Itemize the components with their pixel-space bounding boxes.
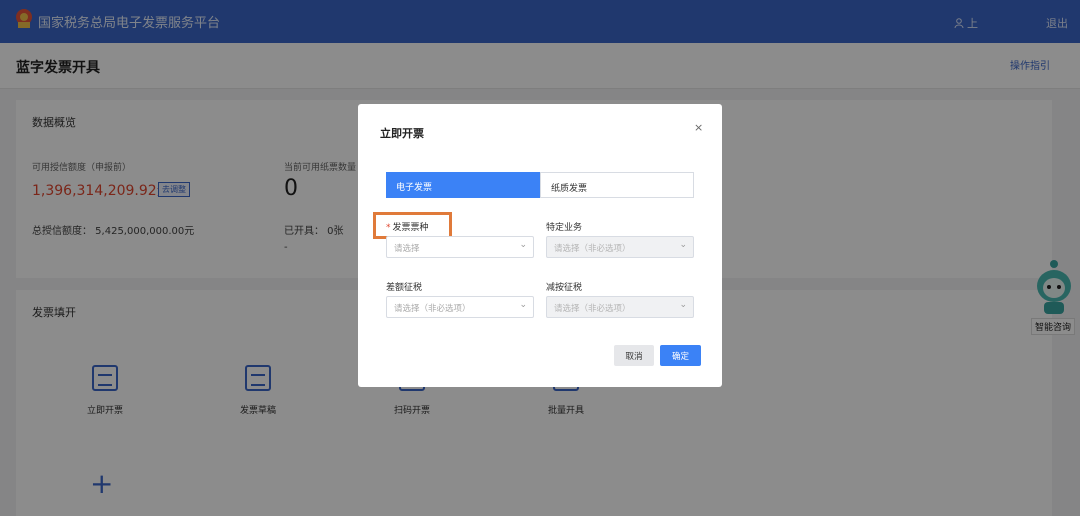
specific-business-placeholder: 请选择（非必选项） (554, 244, 631, 254)
invoice-type-select[interactable]: 请选择 ⌄ (386, 236, 534, 258)
specific-business-select[interactable]: 请选择（非必选项） ⌄ (546, 236, 694, 258)
chevron-down-icon: ⌄ (679, 300, 687, 310)
invoice-type-label-text: 发票票种 (392, 223, 429, 233)
close-icon[interactable]: × (694, 121, 703, 134)
reduced-tax-label: 减按征税 (546, 283, 583, 293)
invoice-type-placeholder: 请选择 (394, 244, 420, 254)
cancel-button[interactable]: 取消 (614, 345, 654, 366)
difference-tax-label: 差额征税 (386, 283, 423, 293)
dialog-title: 立即开票 (380, 127, 424, 140)
tab-paper-invoice[interactable]: 纸质发票 (540, 172, 694, 198)
chevron-down-icon: ⌄ (519, 240, 527, 250)
invoice-type-label: * 发票票种 (386, 220, 429, 233)
reduced-tax-placeholder: 请选择（非必选项） (554, 304, 631, 314)
specific-business-label: 特定业务 (546, 223, 583, 233)
chevron-down-icon: ⌄ (519, 300, 527, 310)
difference-tax-placeholder: 请选择（非必选项） (394, 304, 471, 314)
tab-electronic-invoice[interactable]: 电子发票 (386, 172, 540, 198)
difference-tax-select[interactable]: 请选择（非必选项） ⌄ (386, 296, 534, 318)
confirm-button[interactable]: 确定 (660, 345, 701, 366)
issue-invoice-dialog: 立即开票 × 电子发票 纸质发票 * 发票票种 请选择 ⌄ 特定业务 请选择（非必… (358, 104, 722, 387)
reduced-tax-select[interactable]: 请选择（非必选项） ⌄ (546, 296, 694, 318)
required-mark: * (386, 223, 391, 233)
chevron-down-icon: ⌄ (679, 240, 687, 250)
